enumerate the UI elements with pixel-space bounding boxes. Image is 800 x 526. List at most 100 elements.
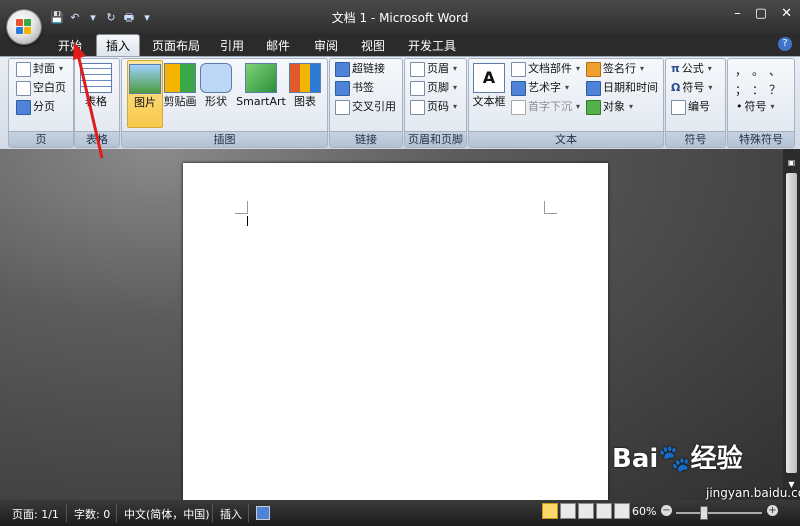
annotation-arrow <box>73 42 104 159</box>
status-separator <box>66 504 67 522</box>
bookmark-label: 书签 <box>352 81 374 94</box>
group-special-symbols-label: 特殊符号 <box>728 131 794 147</box>
page-count[interactable]: 页面: 1/1 <box>12 506 59 522</box>
symbol-label: 符号 <box>682 81 705 94</box>
cover-page-label: 封面 <box>33 62 55 75</box>
bookmark-button[interactable]: 书签 <box>335 79 374 97</box>
bookmark-icon <box>335 80 350 96</box>
help-icon[interactable]: ? <box>778 37 792 51</box>
footer-icon <box>410 80 425 96</box>
header-button[interactable]: 页眉 ▾ <box>410 60 457 78</box>
ruler-toggle-icon[interactable]: ▣ <box>786 157 797 168</box>
outline-view-icon[interactable] <box>596 503 612 519</box>
cross-reference-icon <box>335 99 350 115</box>
bullet-icon: • <box>736 100 743 113</box>
zoom-out-button[interactable]: − <box>661 505 672 516</box>
special-symbol-semicolon[interactable]: ； <box>735 81 747 98</box>
symbol-button[interactable]: Ω 符号 ▾ <box>671 79 712 97</box>
signature-line-button[interactable]: 签名行 ▾ <box>586 60 644 78</box>
tab-mailings[interactable]: 邮件 <box>257 36 299 56</box>
date-time-button[interactable]: 日期和时间 <box>586 79 658 97</box>
language-indicator[interactable]: 中文(简体，中国) <box>124 506 210 522</box>
page-number-button[interactable]: 页码 ▾ <box>410 98 457 116</box>
tab-page-layout[interactable]: 页面布局 <box>143 36 209 56</box>
status-separator <box>116 504 117 522</box>
crop-mark-top-left <box>235 201 248 214</box>
clipart-icon <box>164 63 196 93</box>
blank-page-icon <box>16 80 31 96</box>
smartart-button[interactable]: SmartArt <box>236 60 286 126</box>
document-page[interactable] <box>183 163 608 500</box>
clipart-button[interactable]: 剪贴画 <box>163 60 197 126</box>
special-symbol-period[interactable]: 。 <box>752 62 764 79</box>
numbering-button[interactable]: 编号 <box>671 98 710 116</box>
smartart-label: SmartArt <box>236 95 286 108</box>
equation-button[interactable]: π 公式 ▾ <box>671 60 712 78</box>
zoom-slider-track[interactable] <box>676 512 762 514</box>
group-header-footer-label: 页眉和页脚 <box>405 131 466 147</box>
textbox-button[interactable]: A 文本框 <box>471 60 507 126</box>
cover-page-icon <box>16 61 31 77</box>
wordart-button[interactable]: 艺术字 ▾ <box>511 79 569 97</box>
minimize-button[interactable]: – <box>734 6 741 21</box>
picture-button[interactable]: 图片 <box>127 60 163 128</box>
textbox-label: 文本框 <box>472 95 506 108</box>
special-symbol-colon[interactable]: ： <box>752 81 764 98</box>
hyperlink-button[interactable]: 超链接 <box>335 60 385 78</box>
quick-parts-label: 文档部件 <box>528 62 572 75</box>
tab-references[interactable]: 引用 <box>211 36 253 56</box>
vertical-scrollbar[interactable]: ▣ ▼ <box>783 149 800 500</box>
page-break-icon <box>16 99 31 115</box>
equation-label: 公式 <box>681 62 704 75</box>
special-symbol-label: 符号 <box>744 100 767 113</box>
cover-page-button[interactable]: 封面 ▾ <box>16 60 63 78</box>
print-layout-view-icon[interactable] <box>542 503 558 519</box>
page-number-label: 页码 <box>427 100 449 113</box>
full-screen-reading-view-icon[interactable] <box>560 503 576 519</box>
close-button[interactable]: ✕ <box>781 6 792 21</box>
tab-view[interactable]: 视图 <box>352 36 394 56</box>
insert-mode-indicator[interactable]: 插入 <box>220 506 242 522</box>
group-pages-label: 页 <box>9 131 73 147</box>
zoom-in-button[interactable]: + <box>767 505 778 516</box>
drop-cap-button[interactable]: 首字下沉 ▾ <box>511 98 580 116</box>
page-break-button[interactable]: 分页 <box>16 98 55 116</box>
maximize-button[interactable]: ▢ <box>755 6 767 21</box>
zoom-level[interactable]: 60% <box>632 505 656 518</box>
status-separator <box>248 504 249 522</box>
draft-view-icon[interactable] <box>614 503 630 519</box>
signature-line-label: 签名行 <box>603 62 636 75</box>
textbox-icon: A <box>473 63 505 93</box>
drop-cap-label: 首字下沉 <box>528 100 572 113</box>
word-count[interactable]: 字数: 0 <box>74 506 110 522</box>
special-symbol-enumeration-comma[interactable]: 、 <box>769 62 781 79</box>
scrollbar-thumb[interactable] <box>786 173 797 473</box>
wordart-label: 艺术字 <box>528 81 561 94</box>
smartart-icon <box>245 63 277 93</box>
date-time-icon <box>586 80 601 96</box>
footer-button[interactable]: 页脚 ▾ <box>410 79 457 97</box>
chart-button[interactable]: 图表 <box>289 60 321 126</box>
web-layout-view-icon[interactable] <box>578 503 594 519</box>
cross-reference-button[interactable]: 交叉引用 <box>335 98 396 116</box>
special-symbol-question[interactable]: ？ <box>769 81 781 98</box>
tab-developer[interactable]: 开发工具 <box>399 36 465 56</box>
picture-label: 图片 <box>134 96 156 109</box>
tab-review[interactable]: 审阅 <box>305 36 347 56</box>
omega-icon: Ω <box>671 81 681 94</box>
object-button[interactable]: 对象 ▾ <box>586 98 633 116</box>
office-button[interactable] <box>7 10 41 44</box>
shapes-button[interactable]: 形状 <box>200 60 232 126</box>
special-symbol-button[interactable]: • 符号 ▾ <box>736 98 775 116</box>
signature-line-icon <box>586 61 601 77</box>
blank-page-button[interactable]: 空白页 <box>16 79 66 97</box>
view-buttons <box>542 503 630 519</box>
special-symbol-comma[interactable]: ， <box>735 62 747 79</box>
quick-parts-icon <box>511 61 526 77</box>
text-cursor <box>247 216 248 226</box>
quick-parts-button[interactable]: 文档部件 ▾ <box>511 60 580 78</box>
hyperlink-icon <box>335 61 350 77</box>
macro-record-icon[interactable] <box>256 506 270 520</box>
chart-label: 图表 <box>294 95 316 108</box>
zoom-slider-thumb[interactable] <box>700 506 708 520</box>
